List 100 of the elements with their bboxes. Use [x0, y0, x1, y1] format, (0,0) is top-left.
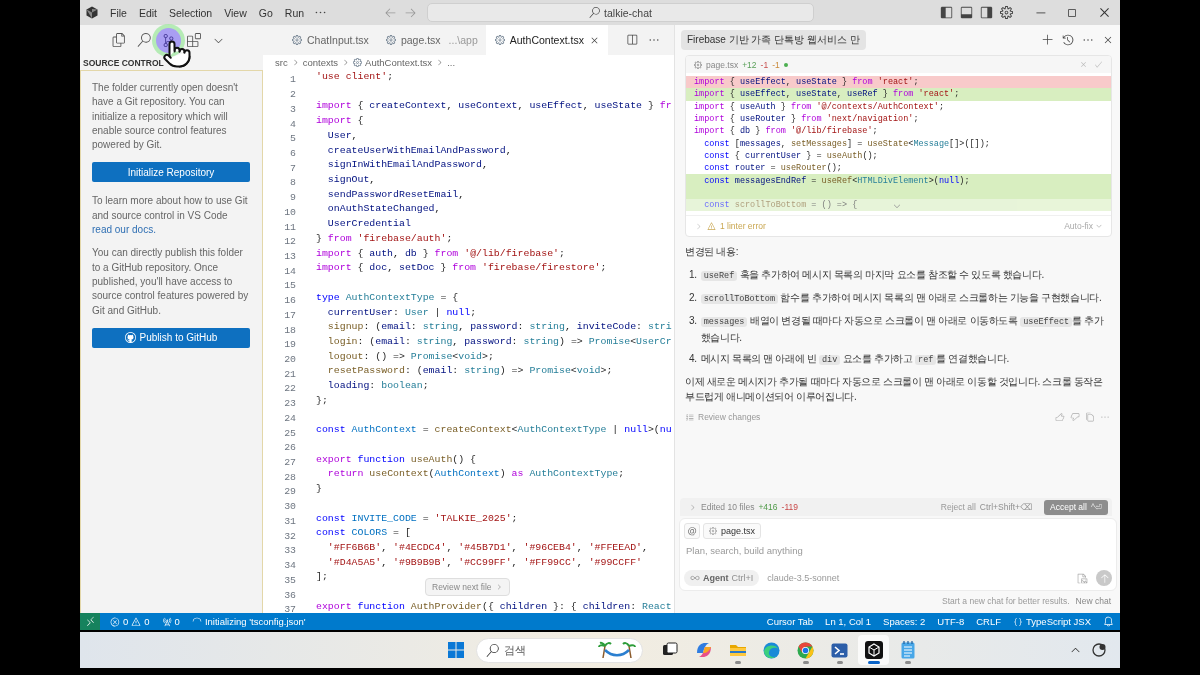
added-count: +416	[758, 502, 778, 512]
line-number: 7	[290, 162, 296, 174]
sidebar-layout-icon	[939, 6, 953, 19]
breadcrumb-item[interactable]: src	[275, 57, 288, 68]
search-field[interactable]: 검색	[476, 637, 643, 663]
editor-tab[interactable]: page.tsx ...\app	[376, 25, 486, 55]
diff-line: import { useAuth } from '@/contexts/AuthContext';	[693, 101, 944, 112]
line-number: 23	[284, 398, 296, 410]
list-item-text: messages 배열이 변경될 때마다 자동으로 스크롤이 맨 아래로 이동하도록 useEffect 를 추가했습니다.	[700, 314, 1105, 346]
line-number: 37	[284, 604, 296, 613]
menu-item[interactable]: View	[218, 2, 253, 23]
menu-item[interactable]: Run	[278, 2, 311, 23]
gear-icon	[292, 35, 302, 45]
notification-icon[interactable]	[1092, 643, 1106, 657]
menu-item[interactable]: File	[104, 2, 133, 23]
review-next-file-button[interactable]: Review next file	[425, 578, 510, 596]
taskbar-app[interactable]	[858, 635, 889, 665]
list-number: 2.	[689, 291, 697, 306]
editor-tab[interactable]: ChatInput.tsx	[283, 25, 377, 55]
initialize-repository-button[interactable]: Initialize Repository	[92, 162, 250, 183]
diff-line: import { useRouter } from 'next/navigation';	[693, 114, 919, 125]
wave-logo-icon	[763, 641, 780, 659]
list-item-text: scrollToBottom 함수를 추가하여 메시지 목록의 맨 아래로 스크롤하는 기능을 구현했습니다.	[700, 290, 1102, 308]
code-line: signup: (email: string, password: string, inviteCode: stri	[326, 320, 672, 335]
editor-tab[interactable]: AuthContext.tsx	[485, 25, 608, 55]
sidebar-right-layout-icon	[979, 6, 993, 19]
reject-all-button[interactable]: Reject all Ctrl+Shift+⌫	[940, 502, 1032, 512]
overlapping-squares-icon	[661, 642, 678, 658]
hint-text: Start a new chat for better results.	[942, 596, 1070, 606]
ports-button[interactable]: 0	[155, 613, 186, 630]
model-selector[interactable]: claude-3.5-sonnet	[767, 573, 840, 583]
code-line: loading: boolean;	[326, 379, 429, 394]
thumbs-up-icon[interactable]	[1055, 412, 1065, 423]
breadcrumb-item[interactable]: AuthContext.tsx	[365, 57, 433, 68]
list-item-text: useRef 훅을 추가하여 메시지 목록의 마지막 요소를 참조할 수 있도록 했습니다.	[700, 267, 1044, 285]
docs-link[interactable]: read our docs.	[92, 224, 156, 236]
breadcrumb-item[interactable]: contexts	[302, 57, 339, 68]
warning-icon	[131, 616, 142, 627]
line-number: 35	[284, 574, 296, 586]
line-number: 9	[290, 192, 296, 204]
line-number: 2	[290, 89, 296, 101]
diff-line: const { currentUser } = useAuth();	[703, 150, 878, 161]
cube-logo-icon	[864, 641, 883, 659]
code-line: resetPassword: (email: string) => Promise<void>;	[326, 364, 613, 379]
cube-logo-icon[interactable]	[86, 6, 98, 19]
status-item[interactable]: Spaces: 2	[877, 613, 932, 630]
diff-line: const router = useRouter();	[703, 163, 842, 174]
code-line: logout: () => Promise<void>;	[326, 349, 494, 364]
breadcrumb-item[interactable]: ...	[447, 57, 456, 68]
code-line: '#FF6B6B', '#4ECDC4', '#45B7D1', '#96CEB4', '#FFEEAD',	[326, 541, 648, 555]
menu-item[interactable]: Selection	[163, 2, 219, 23]
context-chip[interactable]: page.tsx	[703, 523, 762, 539]
status-item[interactable]: CRLF	[970, 613, 1008, 630]
line-number: 20	[284, 354, 296, 365]
history-icon	[1062, 34, 1074, 46]
review-changes-button[interactable]: Review changes	[685, 412, 761, 423]
linter-error-text: 1 linter error	[720, 221, 766, 232]
code-line: signOut,	[326, 173, 376, 188]
new-chat-link[interactable]: New chat	[1075, 596, 1111, 606]
list-item-text: 메시지 목록의 맨 아래에 빈 div 요소를 추가하고 ref 를 연결했습니다.	[700, 352, 1009, 368]
code-line: '#D4A5A5', '#9B9B9B', '#CC99FF', '#FF99CC', '#99CCFF'	[326, 555, 642, 570]
line-number: 33	[284, 545, 296, 557]
braces-icon	[1013, 616, 1024, 627]
chat-tab[interactable]: Firebase 기반 가족 단톡방 웹서비스 만	[681, 30, 866, 50]
publish-button[interactable]: Publish to GitHub	[92, 327, 250, 348]
prompt-input[interactable]: Plan, search, build anything	[684, 543, 1112, 558]
files-icon	[111, 33, 126, 47]
status-item[interactable]: Ln 1, Col 1	[819, 613, 878, 630]
check-icon[interactable]	[1094, 60, 1103, 69]
folder-icon	[728, 642, 747, 658]
code-line: import {	[316, 114, 364, 129]
description-text: To learn more about how to use Git and source control in VS Code read our docs.	[92, 194, 249, 238]
back-arrow-icon[interactable]	[384, 6, 397, 19]
line-number: 34	[284, 560, 296, 572]
thumbs-down-icon[interactable]	[1070, 412, 1080, 423]
mode-dropdown[interactable]: Agent Ctrl+I	[684, 570, 760, 586]
code-line: User,	[326, 128, 358, 143]
accept-all-button[interactable]: Accept all ^⏎	[1044, 499, 1108, 515]
line-number: 27	[284, 457, 296, 469]
code-line: ];	[316, 570, 328, 585]
remote-button[interactable]	[80, 613, 100, 630]
menu-item[interactable]: Go	[252, 2, 279, 23]
code-line: currentUser: User | null;	[326, 305, 477, 320]
mention-button[interactable]	[684, 523, 700, 539]
line-number: 32	[284, 530, 296, 542]
search-box[interactable]: talkie-chat	[427, 3, 814, 22]
status-item[interactable]: UTF-8	[931, 613, 971, 630]
diff-stat: +12	[742, 59, 757, 70]
line-number: 5	[290, 133, 296, 145]
problems-button[interactable]: 0 0	[104, 613, 156, 630]
line-number: 4	[290, 118, 296, 130]
task-status[interactable]: Initializing 'tsconfig.json'	[185, 613, 312, 630]
line-number: 14	[284, 265, 296, 277]
language-button[interactable]: TypeScript JSX	[1007, 613, 1097, 630]
line-number: 1	[290, 74, 296, 86]
menu-item[interactable]: Edit	[132, 2, 163, 23]
status-item[interactable]: Cursor Tab	[760, 613, 820, 630]
antenna-icon	[161, 616, 172, 627]
search-icon	[136, 33, 151, 47]
line-number: 15	[284, 280, 296, 292]
